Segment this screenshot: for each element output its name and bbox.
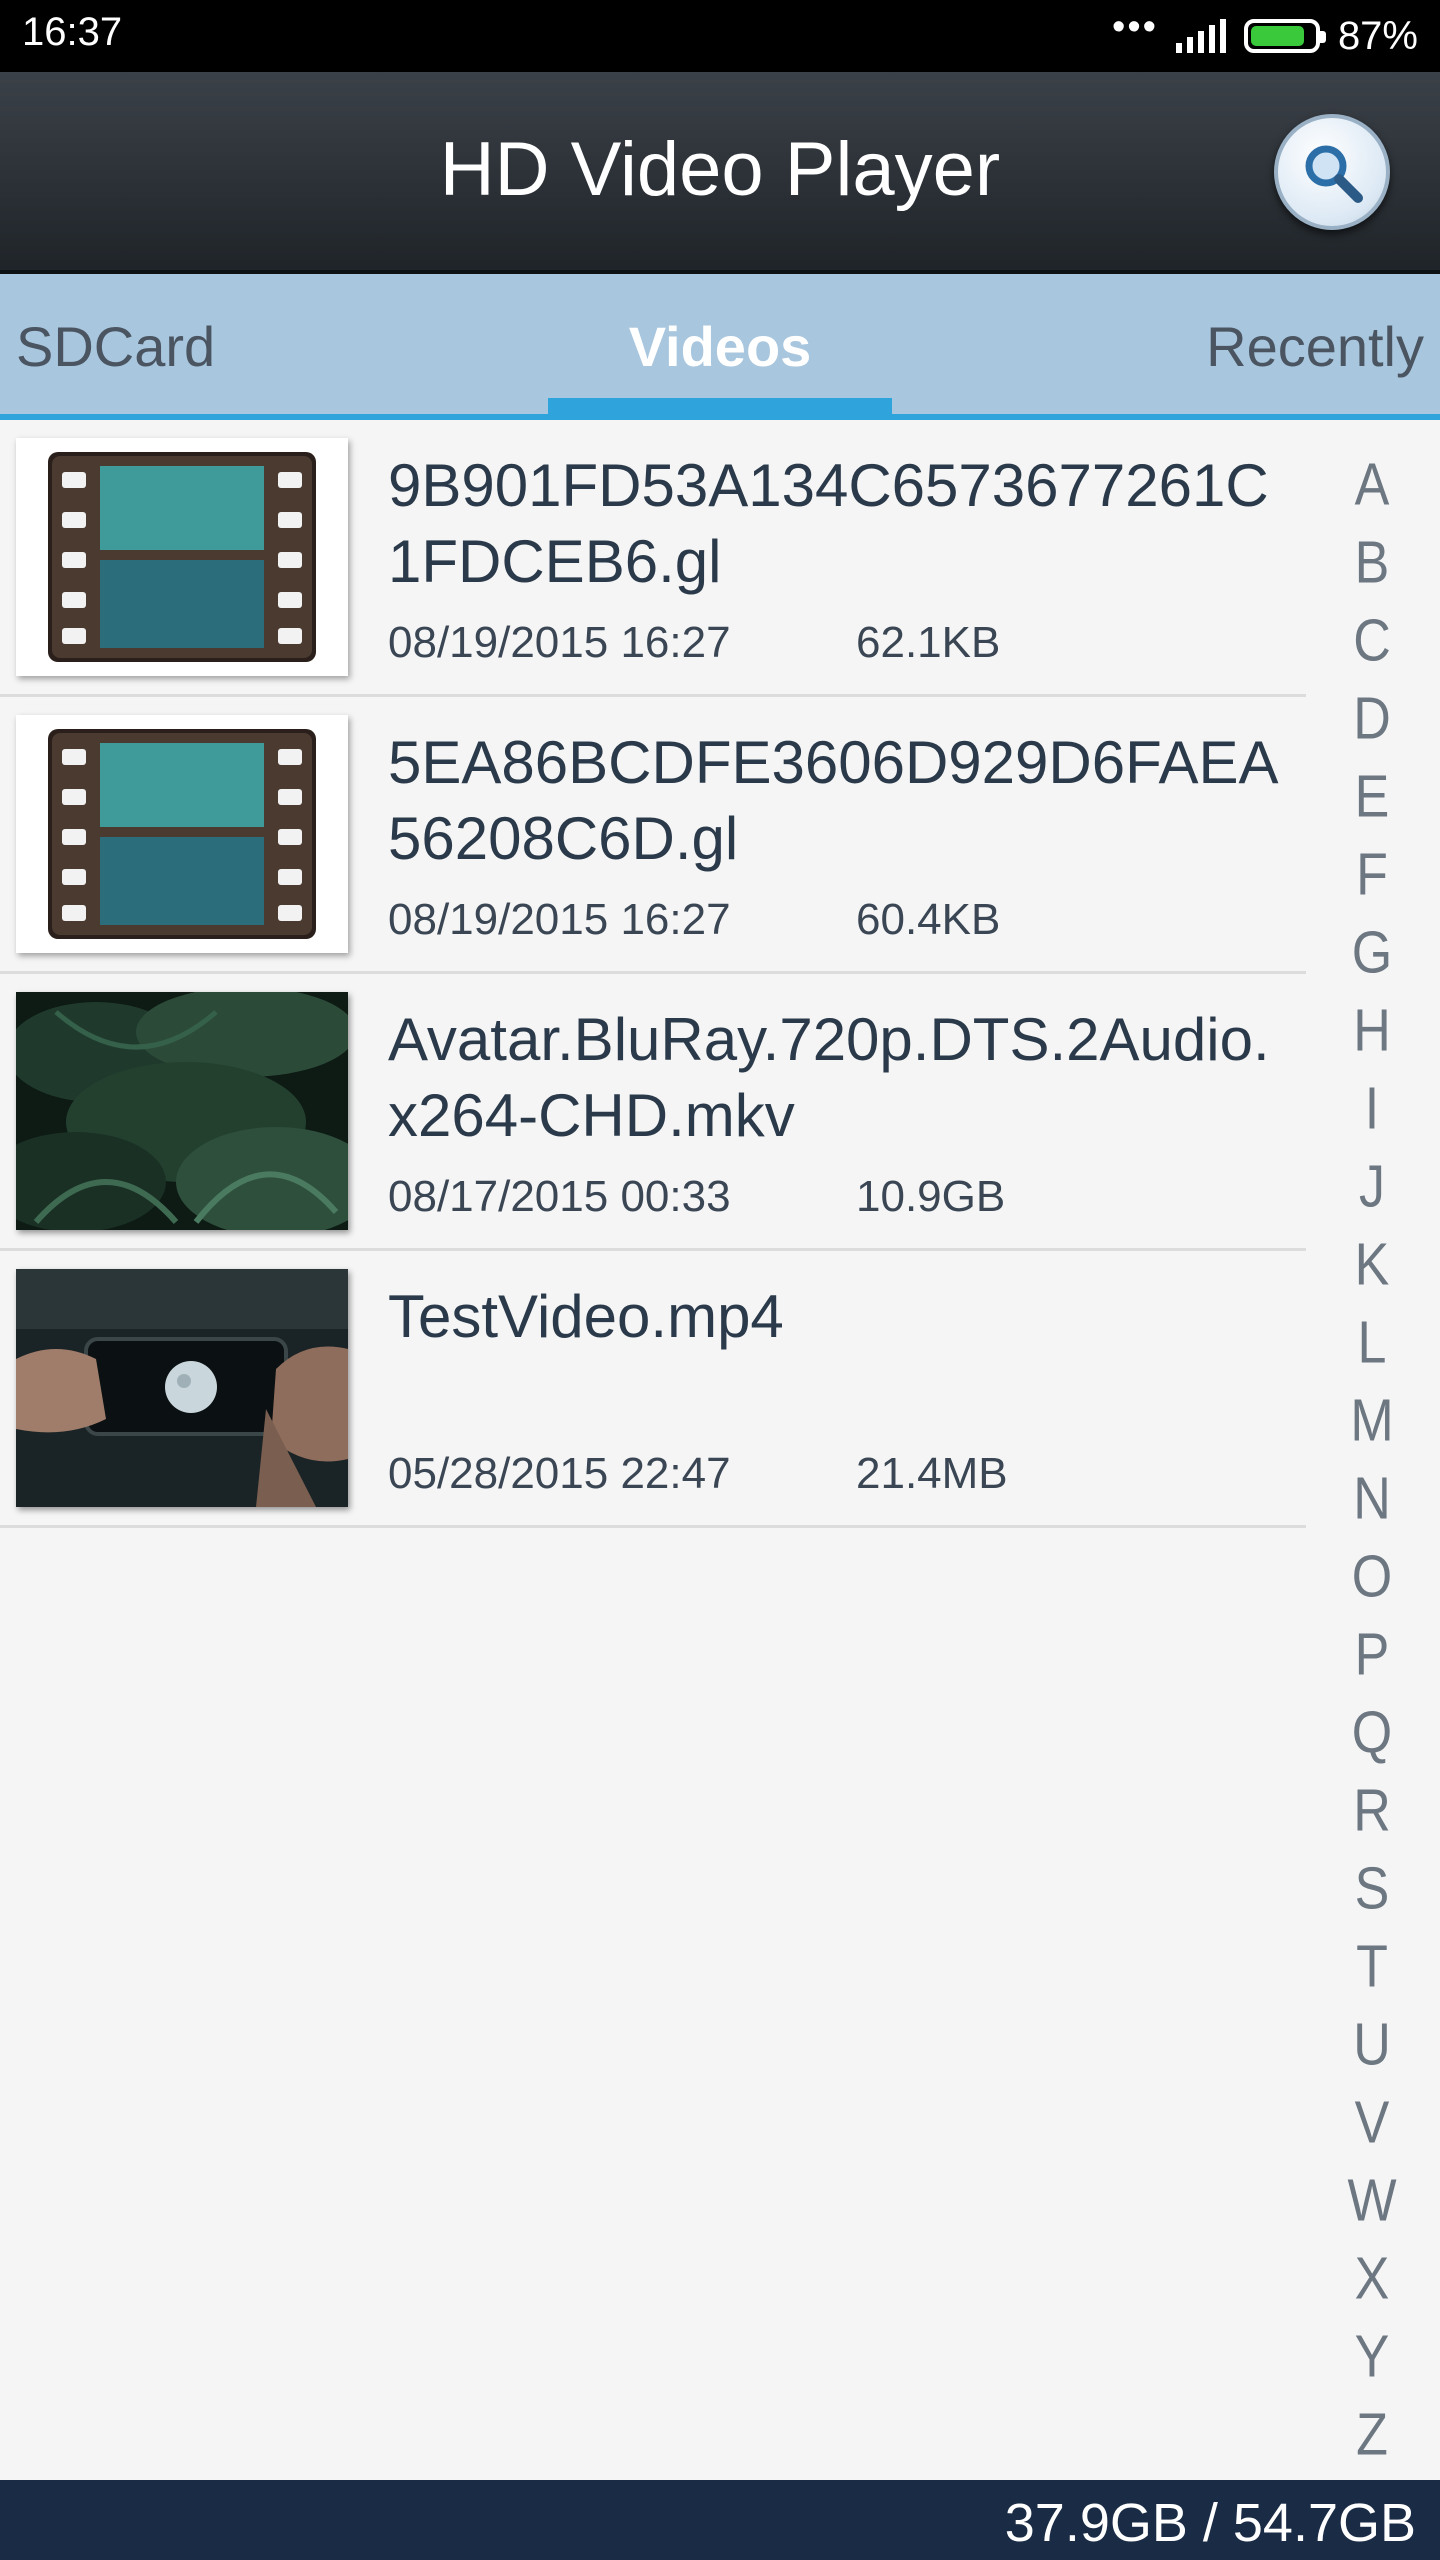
status-icons: ••• 87% bbox=[1112, 6, 1418, 62]
alpha-letter[interactable]: B bbox=[1340, 518, 1404, 608]
storage-footer: 37.9GB / 54.7GB bbox=[0, 2480, 1440, 2560]
alpha-letter[interactable]: M bbox=[1340, 1376, 1404, 1466]
tab-sdcard[interactable]: SDCard bbox=[16, 314, 215, 379]
video-name: 5EA86BCDFE3606D929D6FAEA56208C6D.gl bbox=[388, 729, 1279, 872]
alpha-letter[interactable]: G bbox=[1340, 908, 1404, 998]
video-date: 08/19/2015 16:27 bbox=[388, 618, 731, 667]
alpha-letter[interactable]: A bbox=[1340, 440, 1404, 530]
video-row[interactable]: 9B901FD53A134C6573677261C1FDCEB6.gl 08/1… bbox=[0, 420, 1306, 697]
alpha-letter[interactable]: R bbox=[1340, 1766, 1404, 1856]
video-size: 60.4KB bbox=[856, 895, 1001, 944]
film-icon bbox=[48, 729, 316, 939]
storage-usage: 37.9GB / 54.7GB bbox=[1004, 2493, 1416, 2553]
alpha-letter[interactable]: D bbox=[1340, 674, 1404, 764]
search-icon bbox=[1305, 145, 1363, 203]
alpha-letter[interactable]: E bbox=[1340, 752, 1404, 842]
alpha-letter[interactable]: H bbox=[1340, 986, 1404, 1076]
video-thumbnail bbox=[0, 987, 376, 1237]
alpha-letter[interactable]: T bbox=[1340, 1922, 1404, 2012]
battery-icon bbox=[1243, 19, 1326, 53]
app-title: HD Video Player bbox=[439, 127, 1001, 212]
alpha-letter[interactable]: O bbox=[1340, 1532, 1404, 1622]
alpha-letter[interactable]: N bbox=[1340, 1454, 1404, 1544]
tab-videos[interactable]: Videos bbox=[629, 315, 812, 378]
video-row[interactable]: Avatar.BluRay.720p.DTS.2Audio.x264-CHD.m… bbox=[0, 974, 1306, 1251]
alpha-letter[interactable]: Q bbox=[1340, 1688, 1404, 1778]
hands-holding-phone-thumbnail bbox=[16, 1269, 348, 1507]
video-size: 62.1KB bbox=[856, 618, 1001, 667]
alpha-letter[interactable]: W bbox=[1340, 2156, 1404, 2246]
alphabet-index[interactable]: A B C D E F G H I J K L M N O P Q R S T … bbox=[1340, 446, 1404, 2474]
alpha-letter[interactable]: I bbox=[1340, 1064, 1404, 1154]
alpha-letter[interactable]: J bbox=[1340, 1142, 1404, 1232]
tab-recently[interactable]: Recently bbox=[1206, 314, 1424, 379]
jungle-foliage-thumbnail bbox=[0, 987, 376, 1237]
alpha-letter[interactable]: Y bbox=[1340, 2312, 1404, 2402]
video-name: Avatar.BluRay.720p.DTS.2Audio.x264-CHD.m… bbox=[388, 1006, 1270, 1149]
alpha-letter[interactable]: V bbox=[1340, 2078, 1404, 2168]
video-name: TestVideo.mp4 bbox=[388, 1283, 784, 1350]
app-bar: HD Video Player bbox=[0, 72, 1440, 274]
more-notifications-icon: ••• bbox=[1112, 6, 1158, 48]
video-date: 08/17/2015 00:33 bbox=[388, 1172, 731, 1221]
film-icon bbox=[48, 452, 316, 662]
video-thumbnail bbox=[16, 715, 348, 953]
alpha-letter[interactable]: S bbox=[1340, 1844, 1404, 1934]
video-name: 9B901FD53A134C6573677261C1FDCEB6.gl bbox=[388, 452, 1269, 595]
video-thumbnail bbox=[16, 438, 348, 676]
video-size: 21.4MB bbox=[856, 1449, 1008, 1498]
alpha-letter[interactable]: C bbox=[1340, 596, 1404, 686]
status-time: 16:37 bbox=[22, 10, 123, 54]
battery-level bbox=[1250, 26, 1305, 46]
video-row[interactable]: TestVideo.mp4 05/28/2015 22:47 21.4MB bbox=[0, 1251, 1306, 1528]
video-list: 9B901FD53A134C6573677261C1FDCEB6.gl 08/1… bbox=[0, 420, 1306, 1528]
tab-bar: SDCard Videos Recently bbox=[0, 274, 1440, 420]
status-bar: 16:37 ••• 87% bbox=[0, 0, 1440, 72]
video-date: 05/28/2015 22:47 bbox=[388, 1449, 731, 1498]
signal-icon bbox=[1175, 19, 1226, 53]
alpha-letter[interactable]: U bbox=[1340, 2000, 1404, 2090]
alpha-letter[interactable]: F bbox=[1340, 830, 1404, 920]
video-size: 10.9GB bbox=[856, 1172, 1006, 1221]
battery-percent: 87% bbox=[1337, 13, 1418, 58]
video-row[interactable]: 5EA86BCDFE3606D929D6FAEA56208C6D.gl 08/1… bbox=[0, 697, 1306, 974]
selected-tab-indicator bbox=[548, 398, 892, 414]
alpha-letter[interactable]: L bbox=[1340, 1298, 1404, 1388]
alpha-letter[interactable]: P bbox=[1340, 1610, 1404, 1700]
alpha-letter[interactable]: X bbox=[1340, 2234, 1404, 2324]
alpha-letter[interactable]: K bbox=[1340, 1220, 1404, 1310]
alpha-letter[interactable]: Z bbox=[1340, 2390, 1404, 2480]
video-date: 08/19/2015 16:27 bbox=[388, 895, 731, 944]
search-button[interactable] bbox=[1274, 114, 1390, 230]
video-thumbnail bbox=[16, 1269, 348, 1507]
